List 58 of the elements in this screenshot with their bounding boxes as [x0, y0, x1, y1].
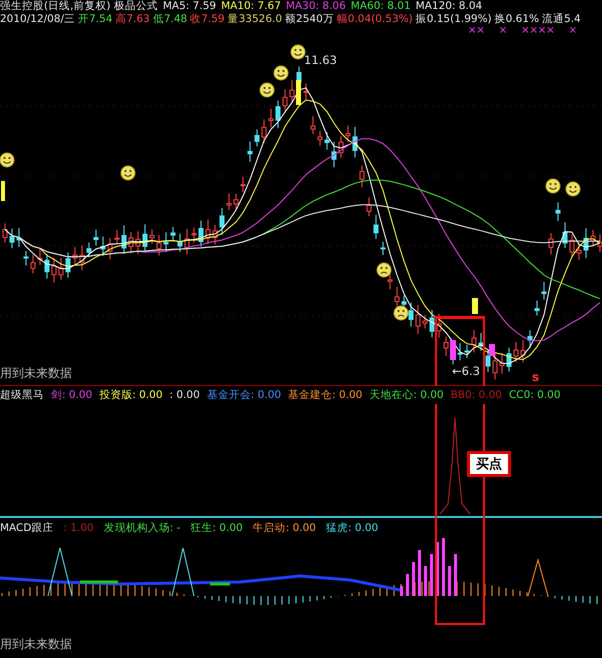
signal-mark: s — [532, 370, 540, 384]
highlighted-candlestick — [1, 181, 5, 201]
quote-value: 幅0.04(0.53%) — [336, 13, 413, 26]
signal-spike — [172, 548, 194, 596]
trend-segment — [80, 580, 118, 584]
warning-note: 用到未来数据 — [0, 365, 72, 382]
signal-bar — [406, 574, 409, 596]
signal-bar — [454, 554, 457, 596]
quote-value: 2010/12/08/三 — [0, 13, 76, 26]
frown-face-icon — [376, 262, 392, 278]
quote-value: 低7.48 — [152, 13, 188, 26]
quote-value: 流通5.4 — [542, 13, 581, 26]
stock-title: 强生控股(日线,前复权) 极品公式 — [0, 0, 158, 13]
quote-value: 额2540万 — [285, 13, 334, 26]
moving-average-value: MA30: 8.06 — [286, 0, 346, 13]
quote-value: 振0.15(1.99%) — [416, 13, 492, 26]
warning-note: 用到未来数据 — [0, 636, 72, 653]
moving-average-value: MA5: 7.59 — [162, 0, 216, 13]
signal-bar — [430, 554, 433, 596]
signal-bar — [418, 550, 421, 596]
signal-spike — [528, 558, 548, 596]
cross-mark: × — [498, 26, 508, 36]
highlighted-candlestick — [450, 340, 456, 360]
price-label: 11.63 — [304, 53, 337, 67]
cross-mark: ×× — [468, 26, 485, 36]
smiley-face-icon — [290, 44, 306, 60]
signal-bar — [436, 542, 439, 596]
moving-average-value: MA10: 7.67 — [221, 0, 281, 13]
cross-mark: ×××× — [521, 26, 555, 36]
frown-face-icon — [394, 306, 408, 320]
indicator-value: 天地在心: 0.00 — [369, 386, 444, 404]
smiley-face-icon — [274, 66, 288, 80]
moving-average-value: MA120: 8.04 — [416, 0, 482, 13]
smiley-face-icon — [120, 166, 136, 180]
smiley-face-icon — [260, 82, 274, 98]
quote-value: 量33526.0 — [228, 13, 282, 26]
buy-point-label: 买点 — [467, 451, 511, 477]
cross-mark: × — [568, 26, 578, 36]
smiley-face-icon — [546, 178, 560, 194]
moving-average-value: MA60: 8.01 — [350, 0, 411, 13]
highlighted-candlestick — [296, 80, 301, 105]
highlighted-candlestick — [489, 344, 495, 356]
indicator-value: BB0: 0.00 — [450, 386, 502, 404]
quote-value: 换0.61% — [494, 13, 540, 26]
signal-bar — [448, 566, 451, 596]
smiley-face-icon — [0, 152, 14, 168]
smiley-face-icon — [566, 182, 580, 196]
trend-segment — [210, 582, 230, 586]
signal-bar — [424, 566, 427, 596]
quote-value: 开7.54 — [78, 13, 112, 26]
quote-value: 收7.59 — [190, 13, 225, 26]
signal-spike — [48, 548, 72, 596]
quote-value: 高7.63 — [115, 13, 150, 26]
signal-bar — [400, 586, 403, 596]
highlighted-candlestick — [472, 298, 478, 314]
signal-bar — [412, 562, 415, 596]
price-label: ←6.3 — [452, 364, 480, 378]
signal-bar — [442, 538, 445, 596]
